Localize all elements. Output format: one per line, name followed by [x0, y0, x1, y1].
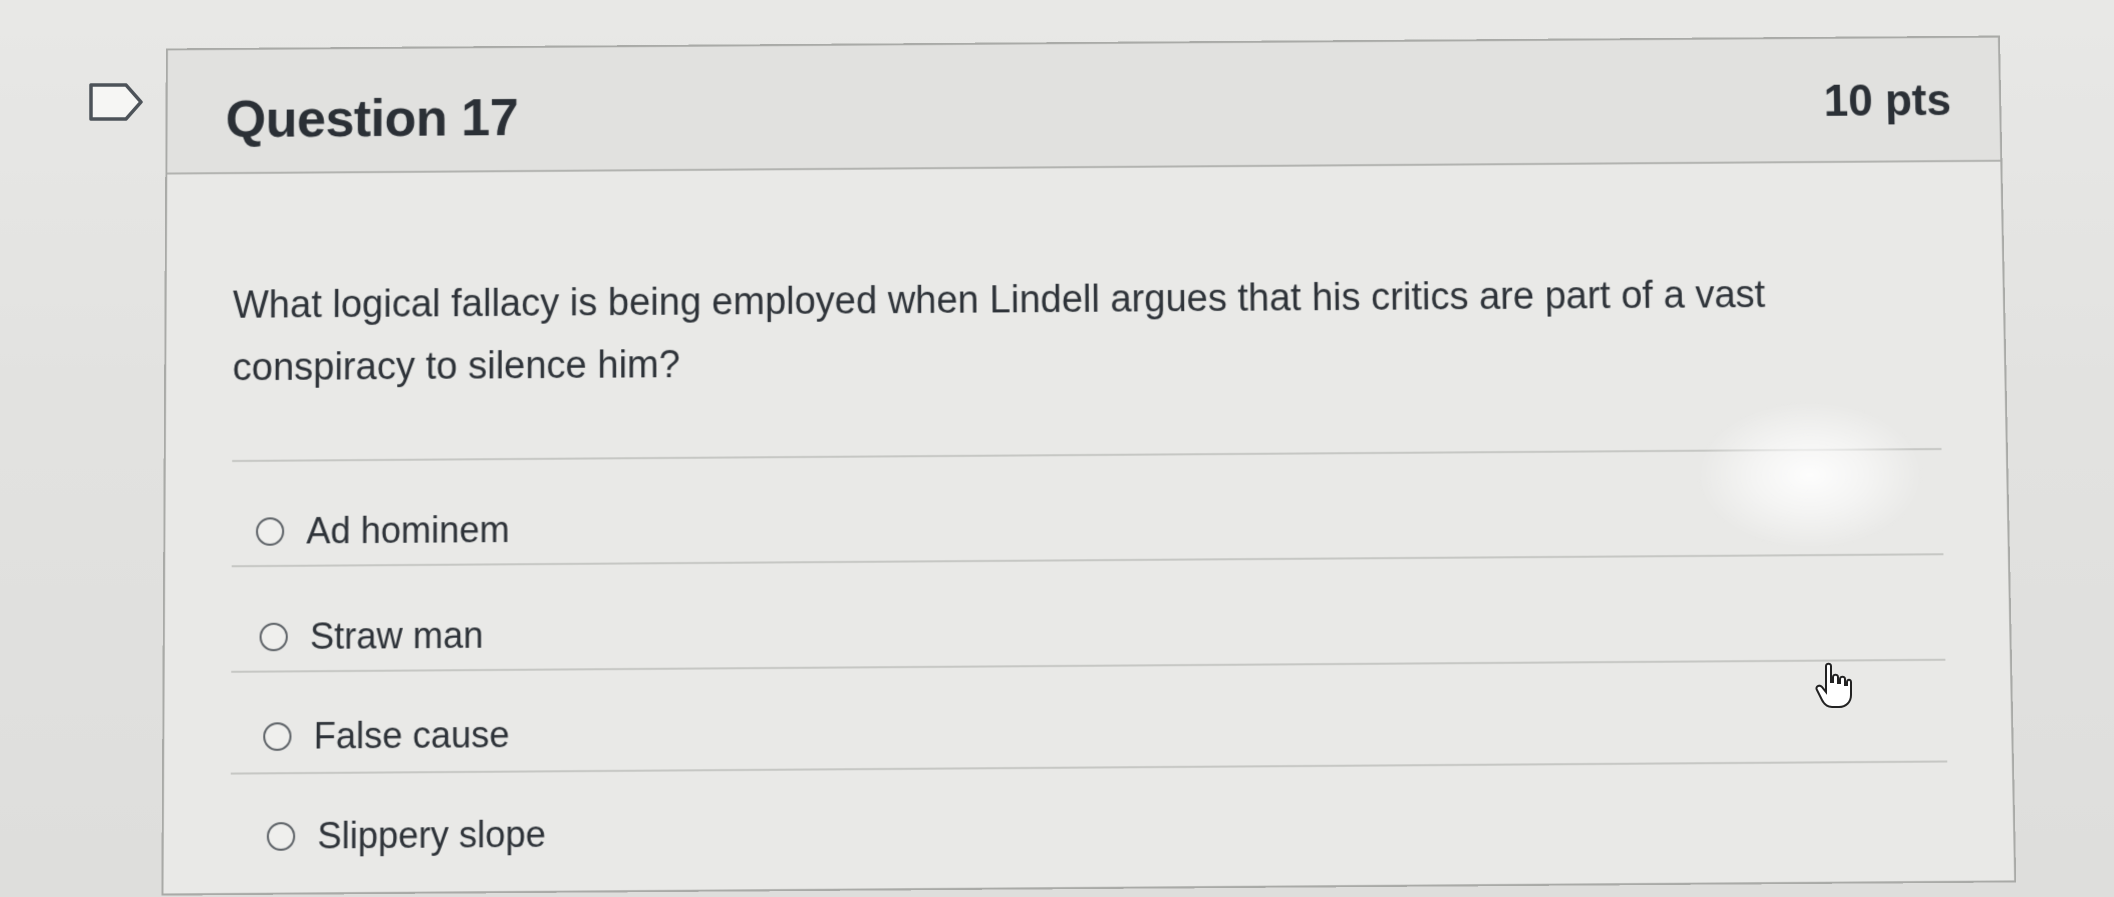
answer-divider	[230, 760, 1948, 775]
question-header: Question 17 10 pts	[167, 37, 2001, 175]
answer-divider	[231, 658, 1946, 673]
answer-option[interactable]: Slippery slope	[266, 813, 546, 858]
radio-button-icon[interactable]	[259, 622, 288, 652]
radio-button-icon[interactable]	[255, 517, 285, 546]
question-title: Question 17	[225, 88, 519, 150]
question-body: What logical fallacy is being employed w…	[163, 162, 2014, 894]
hand-pointer-cursor-icon	[1815, 662, 1852, 708]
quiz-screen: Question 17 10 pts What logical fallacy …	[0, 0, 2114, 897]
answer-option[interactable]: False cause	[263, 713, 510, 758]
answer-option[interactable]: Straw man	[259, 614, 483, 658]
answer-label: Slippery slope	[317, 813, 546, 857]
answer-option[interactable]: Ad hominem	[255, 508, 510, 553]
question-points: 10 pts	[1823, 75, 1952, 126]
radio-button-icon[interactable]	[263, 722, 292, 751]
question-text: What logical fallacy is being employed w…	[232, 273, 1766, 390]
answer-label: Ad hominem	[306, 508, 510, 552]
answer-divider	[231, 553, 1944, 568]
answer-label: Straw man	[309, 614, 484, 658]
question-card: Question 17 10 pts What logical fallacy …	[161, 35, 2017, 896]
answer-divider	[232, 448, 1942, 463]
radio-button-icon[interactable]	[266, 822, 296, 851]
bookmark-flag-icon[interactable]	[88, 82, 144, 122]
answer-label: False cause	[313, 713, 510, 757]
